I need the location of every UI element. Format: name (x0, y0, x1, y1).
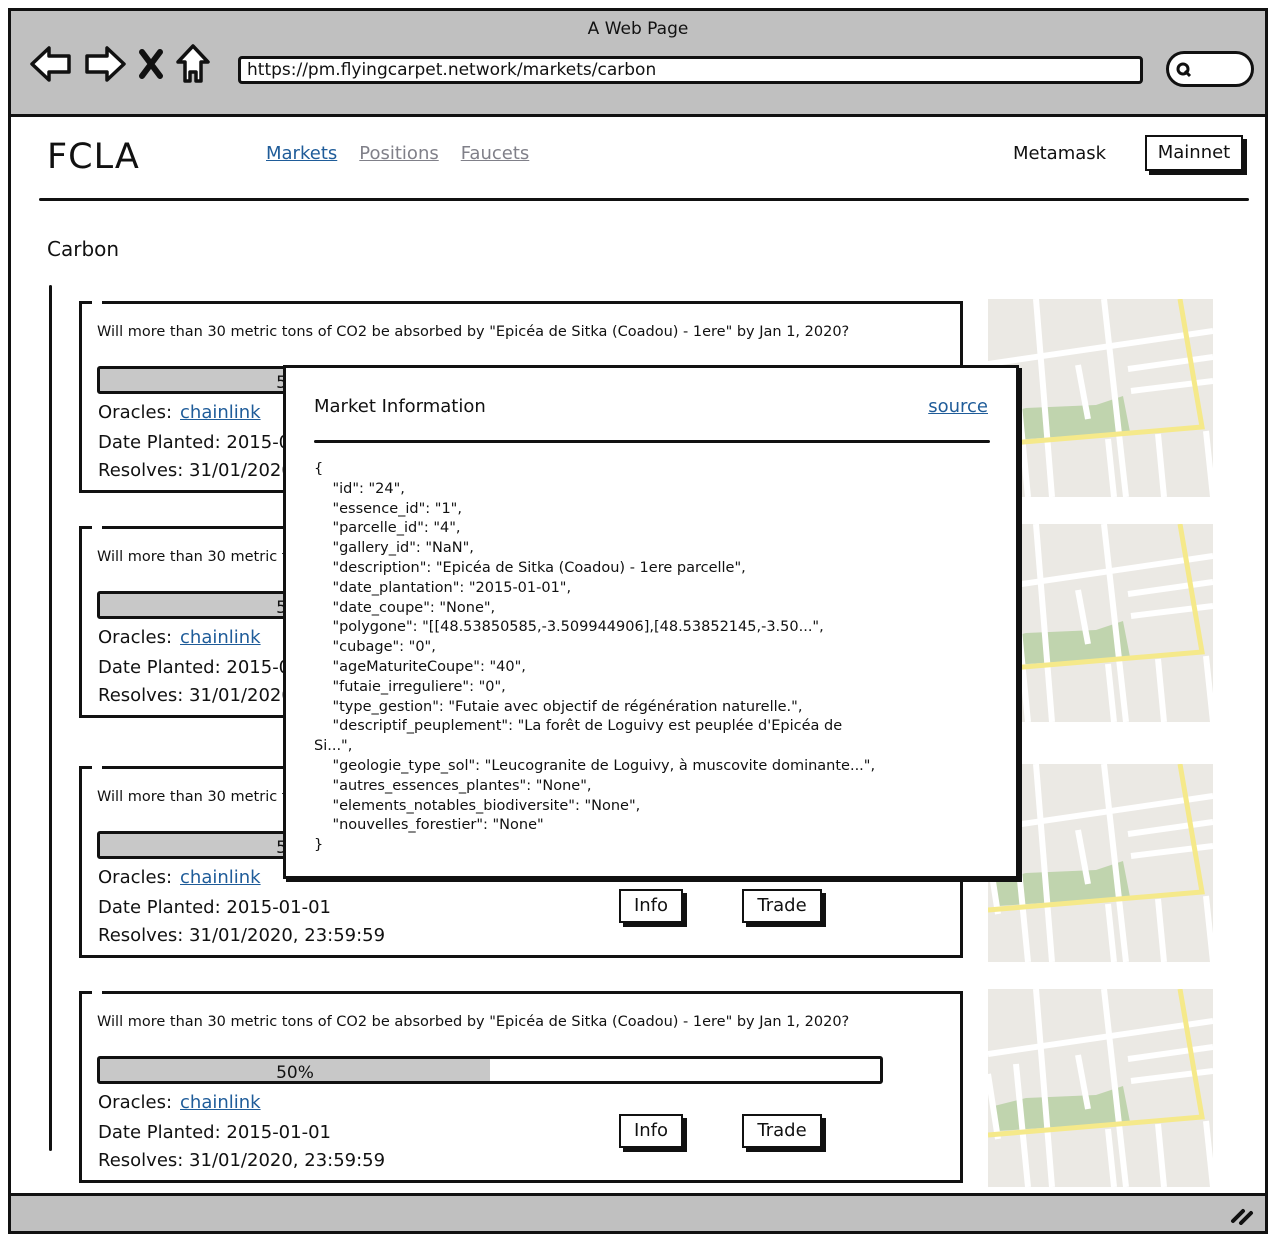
home-icon[interactable] (175, 43, 211, 85)
info-button[interactable]: Info (619, 1114, 683, 1148)
trade-button[interactable]: Trade (742, 1114, 822, 1148)
market-json: { "id": "24", "essence_id": "1", "parcel… (314, 461, 876, 854)
nav-markets[interactable]: Markets (266, 143, 337, 164)
oracle-link[interactable]: chainlink (180, 1092, 261, 1113)
browser-nav-icons (29, 43, 211, 85)
market-progress-bar: 50% (97, 1056, 883, 1084)
date-planted: Date Planted: 2015-01-01 (98, 1122, 331, 1143)
market-card: Will more than 30 metric tons of CO2 be … (79, 991, 963, 1183)
page-content: FCLA Markets Positions Faucets Metamask … (11, 117, 1265, 1196)
resolves-date: Resolves: 31/01/2020, 23:59:59 (98, 925, 386, 946)
oracles-label: Oracles: (98, 867, 173, 888)
stop-x-icon[interactable] (137, 47, 165, 81)
modal-title: Market Information (314, 396, 486, 417)
progress-label: 50% (276, 1063, 314, 1083)
oracles-row: Oracles: chainlink (98, 402, 261, 423)
top-nav: Markets Positions Faucets (266, 143, 529, 164)
nav-positions[interactable]: Positions (359, 143, 438, 164)
oracles-label: Oracles: (98, 627, 173, 648)
market-info-modal: Market Information source { "id": "24", … (283, 365, 1019, 879)
browser-window: A Web Page https://pm.flyingcarpet.netwo… (8, 8, 1268, 1234)
map-thumbnail[interactable] (988, 764, 1213, 962)
info-button[interactable]: Info (619, 889, 683, 923)
browser-search-box[interactable] (1166, 51, 1254, 87)
brand-logo[interactable]: FCLA (47, 137, 140, 177)
search-icon (1176, 62, 1192, 78)
oracles-label: Oracles: (98, 402, 173, 423)
wallet-label[interactable]: Metamask (1013, 143, 1106, 164)
forward-arrow-icon[interactable] (83, 44, 127, 84)
resolves-date: Resolves: 31/01/2020, 23:59:59 (98, 1150, 386, 1171)
map-background (988, 524, 1213, 722)
market-question: Will more than 30 metric tons of CO2 be … (97, 1014, 850, 1030)
map-thumbnail[interactable] (988, 299, 1213, 497)
map-thumbnail[interactable] (988, 524, 1213, 722)
oracles-label: Oracles: (98, 1092, 173, 1113)
trade-button[interactable]: Trade (742, 889, 822, 923)
oracles-row: Oracles: chainlink (98, 1092, 261, 1113)
window-title: A Web Page (587, 19, 689, 39)
oracles-row: Oracles: chainlink (98, 867, 261, 888)
network-button[interactable]: Mainnet (1145, 135, 1243, 171)
oracle-link[interactable]: chainlink (180, 402, 261, 423)
modal-divider (314, 440, 990, 443)
oracles-row: Oracles: chainlink (98, 627, 261, 648)
page-title: Carbon (47, 237, 120, 261)
map-thumbnail[interactable] (988, 989, 1213, 1187)
browser-chrome: A Web Page https://pm.flyingcarpet.netwo… (11, 11, 1265, 117)
market-question: Will more than 30 metric tons of CO2 be … (97, 324, 850, 340)
oracle-link[interactable]: chainlink (180, 627, 261, 648)
resize-grip-icon[interactable] (1229, 1205, 1255, 1225)
url-bar[interactable]: https://pm.flyingcarpet.network/markets/… (238, 56, 1143, 84)
source-link[interactable]: source (928, 396, 988, 417)
header-divider (39, 198, 1249, 201)
map-background (988, 764, 1213, 962)
status-bar (11, 1193, 1265, 1231)
map-background (988, 989, 1213, 1187)
map-background (988, 299, 1213, 497)
nav-faucets[interactable]: Faucets (461, 143, 530, 164)
back-arrow-icon[interactable] (29, 44, 73, 84)
date-planted: Date Planted: 2015-01-01 (98, 897, 331, 918)
section-rule (49, 285, 52, 1151)
oracle-link[interactable]: chainlink (180, 867, 261, 888)
